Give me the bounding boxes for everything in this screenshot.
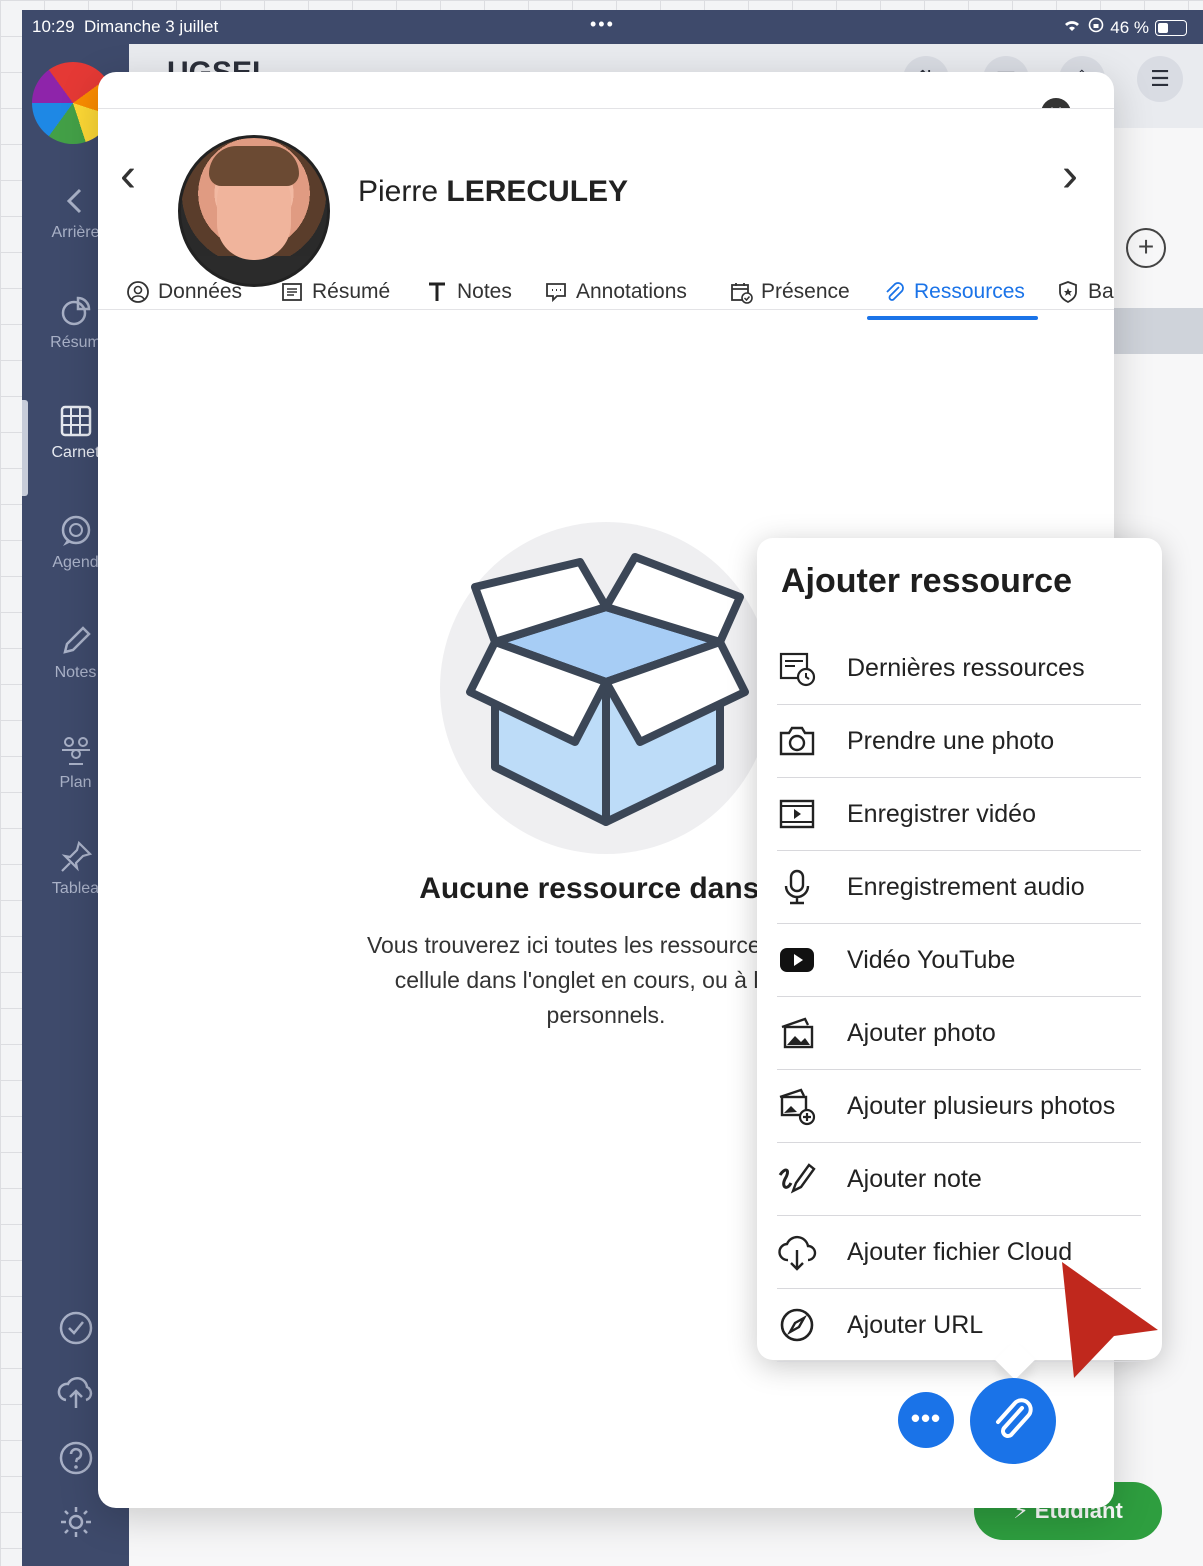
pencil-icon <box>62 626 91 654</box>
text-t-icon <box>429 282 445 301</box>
tab-presence[interactable]: Présence <box>729 280 850 304</box>
help-circle-icon[interactable] <box>58 1440 94 1476</box>
battery-percent: 46 % <box>1110 17 1149 37</box>
gear-icon[interactable] <box>58 1504 94 1540</box>
youtube-icon <box>780 948 814 972</box>
next-student-chevron-icon[interactable]: › <box>1062 152 1078 200</box>
menu-item-record-video[interactable]: Enregistrer vidéo <box>777 778 1141 851</box>
tab-notes[interactable]: Notes <box>425 280 512 304</box>
compass-icon <box>780 1308 814 1342</box>
paperclip-icon <box>996 1398 1033 1438</box>
sidebar-item-label: Plan <box>59 774 92 791</box>
paperclip-icon <box>886 282 904 301</box>
wifi-icon <box>1062 17 1082 38</box>
menu-item-add-photo[interactable]: Ajouter photo <box>777 997 1141 1070</box>
person-circle-icon <box>127 281 149 303</box>
active-tab-indicator <box>867 316 1038 320</box>
recent-resources-icon <box>779 652 816 687</box>
menu-item-youtube-video[interactable]: Vidéo YouTube <box>777 924 1141 997</box>
tab-bar: Données Résumé Notes Annotations Présenc… <box>98 272 1114 322</box>
video-film-icon <box>779 799 815 829</box>
chevron-left-icon <box>66 188 81 214</box>
calendar-chat-icon <box>61 515 90 546</box>
menu-item-take-photo[interactable]: Prendre une photo <box>777 705 1141 778</box>
pie-chart-icon <box>61 296 90 326</box>
popover-title: Ajouter ressource <box>781 562 1072 600</box>
status-bar: 10:29 Dimanche 3 juillet ••• 46 % <box>22 10 1203 44</box>
sidebar-item-label: Résum <box>50 334 101 351</box>
sidebar-item-label: Carnet <box>51 444 100 461</box>
microphone-icon <box>784 869 810 905</box>
cloud-download-icon <box>778 1235 817 1271</box>
multitasking-dots[interactable]: ••• <box>590 14 615 35</box>
list-box-icon <box>282 283 302 301</box>
sidebar-item-label: Arrière <box>51 224 100 241</box>
resource-options-list: Dernières ressources Prendre une photo E… <box>777 632 1141 1362</box>
empty-box-illustration <box>440 522 772 854</box>
attach-resource-button[interactable] <box>970 1378 1056 1464</box>
annotation-arrow-icon <box>1062 1262 1158 1378</box>
rotation-lock-icon <box>1088 17 1104 38</box>
student-last-name: LERECULEY <box>446 175 629 208</box>
more-options-button[interactable]: ••• <box>898 1392 954 1448</box>
toggle-settings-icon[interactable]: ☰ <box>1137 56 1183 102</box>
previous-student-chevron-icon[interactable]: ‹ <box>120 152 136 200</box>
tab-ressources[interactable]: Ressources <box>882 280 1025 304</box>
menu-item-recent-resources[interactable]: Dernières ressources <box>777 632 1141 705</box>
camera-icon <box>779 726 815 756</box>
menu-item-record-audio[interactable]: Enregistrement audio <box>777 851 1141 924</box>
handwriting-icon <box>778 1163 816 1194</box>
tab-resume[interactable]: Résumé <box>280 280 390 304</box>
menu-item-add-note[interactable]: Ajouter note <box>777 1143 1141 1216</box>
add-resource-popover: Ajouter ressource Dernières ressources P… <box>757 538 1162 1362</box>
student-name: Pierre LERECULEY <box>358 175 628 209</box>
status-time-date: 10:29 Dimanche 3 juillet <box>32 17 219 36</box>
tab-badges[interactable]: Ba <box>1056 280 1114 304</box>
shield-badge-icon <box>1059 281 1077 304</box>
check-circle-icon[interactable] <box>58 1310 94 1346</box>
photo-icon <box>781 1017 814 1049</box>
menu-item-add-multiple-photos[interactable]: Ajouter plusieurs photos <box>777 1070 1141 1143</box>
tab-donnees[interactable]: Données <box>126 280 242 304</box>
photos-add-icon <box>779 1088 816 1126</box>
status-indicators: 46 % <box>1062 17 1187 38</box>
cloud-upload-icon[interactable] <box>56 1374 96 1410</box>
people-icon <box>61 737 90 765</box>
sidebar-item-label: Tablea <box>51 880 100 897</box>
add-column-icon[interactable]: + <box>1126 228 1166 268</box>
battery-icon <box>1155 19 1187 36</box>
grid-icon <box>60 405 91 437</box>
avatar <box>178 135 330 287</box>
sidebar-item-label: Agend <box>52 554 99 571</box>
comment-icon <box>546 283 566 303</box>
student-first-name: Pierre <box>358 175 439 208</box>
calendar-check-icon <box>731 283 753 304</box>
tab-annotations[interactable]: Annotations <box>544 280 687 304</box>
grid-row-band <box>1114 308 1203 354</box>
sidebar-item-label: Notes <box>54 664 97 681</box>
pin-icon <box>60 840 92 872</box>
